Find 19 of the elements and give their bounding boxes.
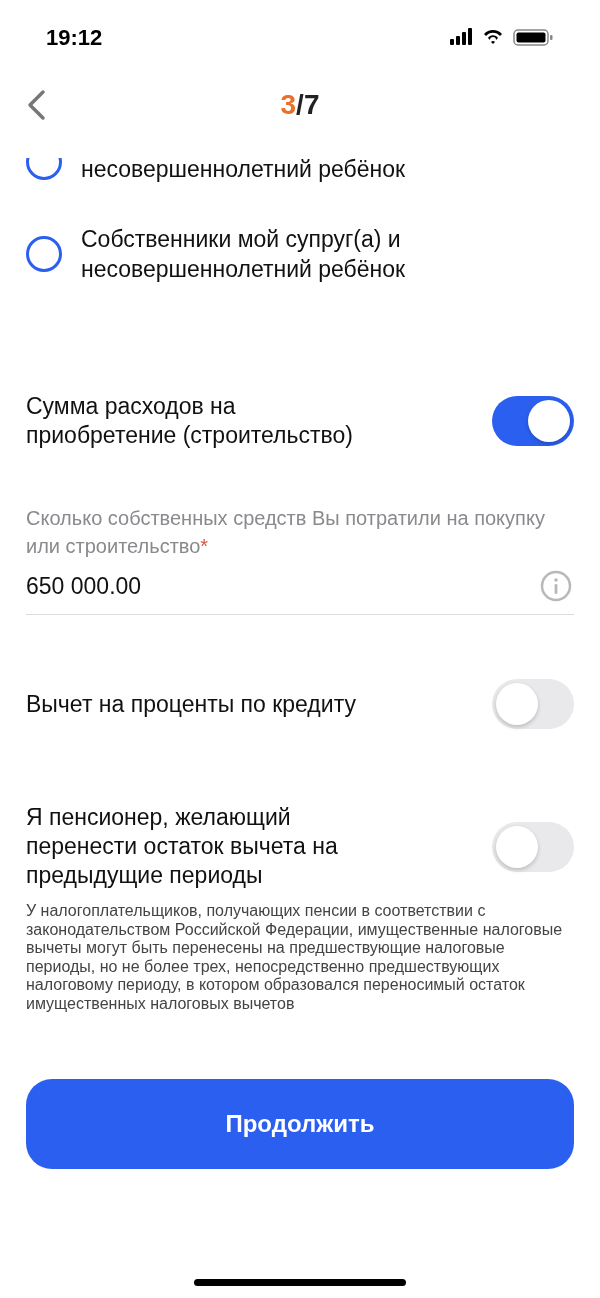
- signal-icon: [450, 28, 472, 45]
- battery-icon: [513, 29, 553, 46]
- toggle-switch[interactable]: [492, 821, 574, 872]
- option-label: Собственники мой супруг(а) и несовершеннолетний ребёнок: [81, 225, 407, 284]
- toggle-label: Я пенсионер, желающий перенести остаток вычета на предыдущие периоды: [26, 803, 339, 890]
- toggle-label: Сумма расходов на приобретение (строительство): [26, 392, 354, 450]
- amount-field[interactable]: 650 000.00: [26, 570, 574, 615]
- toggle-switch[interactable]: [492, 396, 574, 446]
- note-text: У налогоплательщиков, получающих пенсии в соответствии с законодательством Российской Федерации, имущественные налоговые вычеты могут быть перенесены на предшествующие налоговые периоды, но не более трех, непосредственно предшествующих налоговому периоду, в котором образовался переносимый остаток имущественных налоговых вычетов: [26, 902, 564, 1013]
- wifi-icon: [484, 29, 502, 44]
- step-counter: 3/7: [280, 88, 320, 122]
- radio-button[interactable]: [26, 236, 62, 272]
- option-label: несовершеннолетний ребёнок: [81, 155, 407, 184]
- field-label: Сколько собственных средств Вы потратили на покупку или строительство*: [26, 506, 546, 559]
- back-icon: [26, 89, 46, 121]
- status-time: 19:12: [46, 23, 103, 52]
- toggle-label: Вычет на проценты по кредиту: [26, 689, 356, 719]
- continue-button[interactable]: Продолжить: [26, 1079, 574, 1169]
- toggle-switch[interactable]: [492, 679, 574, 729]
